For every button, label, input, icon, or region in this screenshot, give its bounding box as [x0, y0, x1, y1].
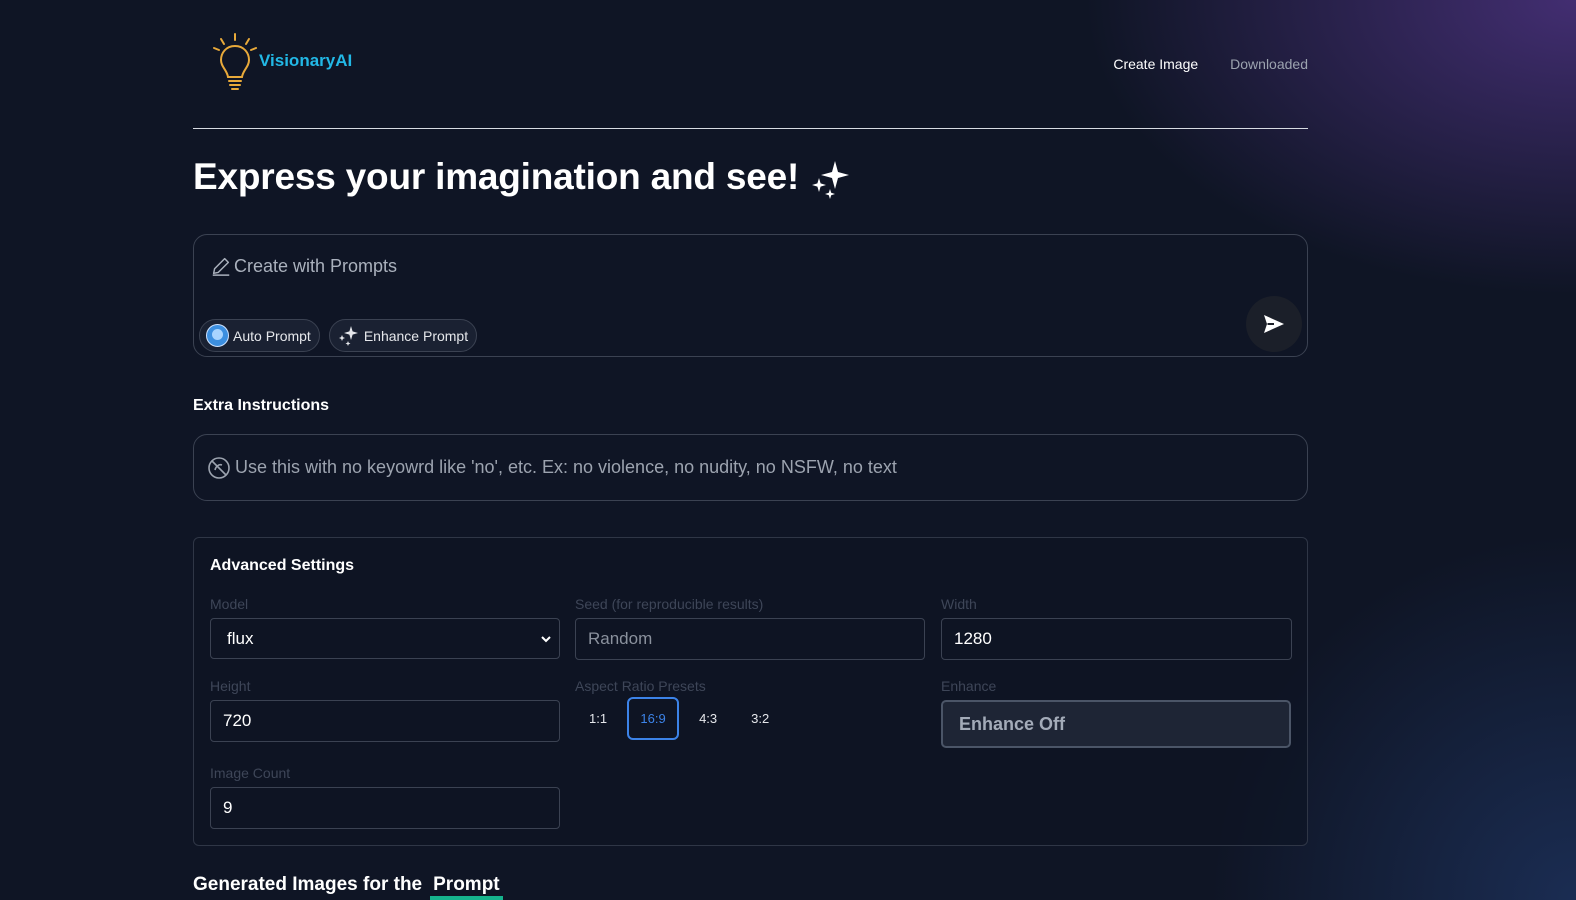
height-label: Height — [210, 678, 251, 694]
advanced-settings: Advanced Settings Model flux Seed (for r… — [193, 537, 1308, 846]
page-container: VisionaryAI Create Image Downloaded Expr… — [193, 0, 1308, 900]
sparkle-icon — [338, 325, 358, 346]
seed-label: Seed (for reproducible results) — [575, 596, 764, 612]
logo-text: VisionaryAI — [259, 51, 353, 70]
enhance-prompt-button[interactable]: Enhance Prompt — [328, 319, 478, 352]
auto-prompt-button[interactable]: Auto Prompt — [199, 319, 320, 352]
enhance-prompt-label: Enhance Prompt — [363, 327, 469, 344]
prompt-input[interactable] — [234, 255, 1134, 277]
chevron-down-icon — [541, 635, 551, 642]
enhance-label: Enhance — [941, 678, 997, 694]
no-icon — [208, 456, 230, 479]
extra-instructions-input[interactable] — [235, 457, 1285, 478]
auto-prompt-label: Auto Prompt — [233, 327, 311, 344]
top-nav: Create Image Downloaded — [1113, 56, 1308, 72]
extra-instructions-box — [193, 434, 1308, 501]
page-title: Express your imagination and see! — [193, 156, 800, 197]
extra-instructions-label: Extra Instructions — [193, 397, 330, 414]
aspect-ratio-label: Aspect Ratio Presets — [575, 678, 706, 694]
seed-input[interactable] — [575, 618, 925, 660]
aspect-1-1-button[interactable]: 1:1 — [575, 697, 621, 740]
advanced-settings-title: Advanced Settings — [210, 557, 355, 574]
prompt-chips: Auto Prompt Enhance Prompt — [199, 319, 478, 352]
image-count-input[interactable] — [210, 787, 560, 829]
aspect-16-9-button[interactable]: 16:9 — [627, 697, 680, 740]
aspect-ratio-presets: 1:1 16:9 4:3 3:2 — [575, 697, 783, 740]
send-button[interactable] — [1246, 296, 1302, 352]
send-icon — [1264, 315, 1284, 333]
width-label: Width — [941, 596, 977, 612]
height-input[interactable] — [210, 700, 560, 742]
sparkle-icon — [812, 161, 850, 199]
model-select[interactable]: flux — [210, 618, 560, 659]
prompt-box: Auto Prompt Enhance Prompt — [193, 234, 1308, 357]
enhance-toggle-button[interactable]: Enhance Off — [941, 700, 1291, 748]
header: VisionaryAI Create Image Downloaded — [193, 0, 1308, 129]
hero: Express your imagination and see! — [193, 153, 1308, 201]
nav-create-image[interactable]: Create Image — [1113, 56, 1198, 72]
aspect-4-3-button[interactable]: 4:3 — [685, 697, 731, 740]
model-select-value: flux — [227, 628, 254, 648]
image-count-label: Image Count — [210, 765, 291, 781]
pencil-icon — [212, 257, 230, 276]
generated-images-title: Generated Images for the Prompt — [193, 874, 1308, 900]
generated-images-title-prefix: Generated Images for the — [193, 874, 423, 895]
width-input[interactable] — [941, 618, 1292, 660]
generated-images-title-word: Prompt — [430, 874, 503, 900]
auto-prompt-icon — [206, 324, 229, 347]
prompt-input-row — [210, 255, 1134, 277]
model-label: Model — [210, 596, 249, 612]
logo[interactable]: VisionaryAI — [211, 30, 352, 94]
nav-downloaded[interactable]: Downloaded — [1230, 56, 1308, 72]
aspect-3-2-button[interactable]: 3:2 — [737, 697, 783, 740]
lightbulb-icon — [213, 33, 257, 90]
